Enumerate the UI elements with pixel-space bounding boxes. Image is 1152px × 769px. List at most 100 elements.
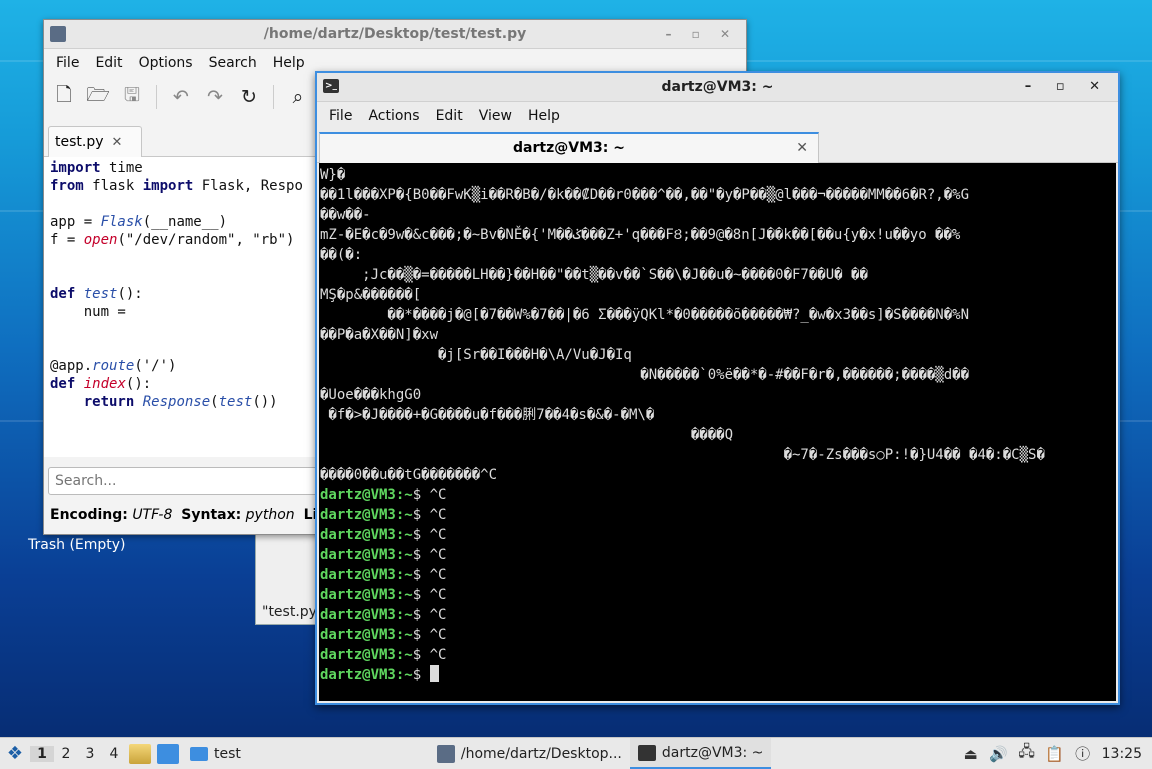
terminal-output-line: ��(�: bbox=[320, 247, 363, 263]
editor-menu-search[interactable]: Search bbox=[201, 55, 265, 71]
terminal-output-line: �f�>�J����+�G����u�f���脷7��4�s�&�-�M\� bbox=[320, 407, 655, 423]
prompt-path: :~ bbox=[395, 507, 413, 523]
editor-menu-options[interactable]: Options bbox=[131, 55, 201, 71]
terminal-menu-view[interactable]: View bbox=[471, 108, 520, 124]
code-token: import bbox=[50, 160, 101, 176]
notification-icon[interactable]: ⓘ bbox=[1074, 745, 1092, 763]
terminal-prompt-line: dartz@VM3:~$ ^C bbox=[320, 485, 1116, 505]
taskbar-terminal-label: dartz@VM3: ~ bbox=[661, 744, 764, 761]
new-file-icon[interactable]: 🗋 bbox=[50, 83, 78, 111]
prompt-path: :~ bbox=[395, 607, 413, 623]
prompt-path: :~ bbox=[395, 667, 413, 683]
clipboard-icon[interactable]: 📋 bbox=[1045, 745, 1064, 763]
code-token: (): bbox=[125, 376, 152, 392]
code-token: time bbox=[100, 160, 143, 176]
close-tab-icon[interactable]: ✕ bbox=[796, 134, 808, 162]
terminal-output-line: ��1l���XP�{B0��FwK▒i��R�B�/�k��₡D��r0���… bbox=[320, 187, 970, 203]
terminal-output-line: ��P�a�X��N]�xw bbox=[320, 327, 439, 343]
terminal-menu-edit[interactable]: Edit bbox=[428, 108, 471, 124]
taskbar-folder-label: test bbox=[214, 745, 241, 762]
prompt-path: :~ bbox=[395, 547, 413, 563]
prompt-symbol: $ bbox=[412, 607, 430, 623]
prompt-symbol: $ bbox=[412, 567, 430, 583]
prompt-user: dartz@VM3 bbox=[320, 587, 396, 603]
code-token: index bbox=[83, 376, 126, 392]
reload-icon[interactable]: ↻ bbox=[235, 83, 263, 111]
code-token: (__name__) bbox=[142, 214, 228, 230]
terminal-screen[interactable]: W}� ��1l���XP�{B0��FwK▒i��R�B�/�k��₡D��r0… bbox=[319, 163, 1116, 701]
eject-icon[interactable]: ⏏ bbox=[962, 745, 980, 763]
interrupt-text: ^C bbox=[429, 567, 447, 583]
code-line: f = open("/dev/random", "rb") bbox=[50, 231, 294, 249]
terminal-menu-file[interactable]: File bbox=[321, 108, 360, 124]
code-token: Flask, Respo bbox=[193, 178, 303, 194]
interrupt-text: ^C bbox=[429, 507, 447, 523]
terminal-task-icon bbox=[637, 744, 656, 761]
toolbar-separator bbox=[273, 85, 274, 109]
terminal-output-line: ����0��u��tG�������^C bbox=[320, 467, 498, 483]
code-token: import bbox=[142, 178, 194, 194]
volume-icon[interactable]: 🔊 bbox=[989, 745, 1008, 763]
save-icon[interactable]: 🖫 bbox=[118, 83, 146, 111]
trash-label[interactable]: Trash (Empty) bbox=[28, 537, 126, 553]
taskbar-folder-test[interactable]: test bbox=[182, 739, 249, 768]
code-line: def index(): bbox=[50, 375, 151, 393]
terminal-window-controls[interactable]: – ▫ ✕ bbox=[1025, 73, 1110, 101]
start-menu-icon[interactable]: ❖ bbox=[0, 739, 30, 769]
terminal-output-line: MŞ�p&���̑���[ bbox=[320, 287, 422, 303]
prompt-symbol: $ bbox=[412, 527, 430, 543]
terminal-tabbar: dartz@VM3: ~ ✕ bbox=[317, 130, 1118, 164]
folder-icon bbox=[190, 746, 208, 761]
terminal-tab[interactable]: dartz@VM3: ~ ✕ bbox=[319, 132, 819, 164]
editor-app-icon bbox=[50, 26, 66, 42]
search-input[interactable] bbox=[48, 467, 348, 495]
terminal-titlebar[interactable]: >_ dartz@VM3: ~ – ▫ ✕ bbox=[317, 73, 1118, 102]
code-token: test bbox=[83, 286, 118, 302]
find-icon[interactable]: ⌕ bbox=[284, 83, 312, 111]
code-token: def bbox=[50, 286, 76, 302]
terminal-output-line: ����Q bbox=[320, 427, 734, 443]
tab-label: test.py bbox=[55, 134, 104, 150]
taskbar-task-terminal[interactable]: dartz@VM3: ~ bbox=[629, 738, 772, 769]
code-token: Response bbox=[142, 394, 211, 410]
terminal-prompt-line: dartz@VM3:~$ ^C bbox=[320, 585, 1116, 605]
show-desktop-icon[interactable] bbox=[157, 743, 179, 764]
close-tab-icon[interactable]: ✕ bbox=[112, 135, 123, 150]
terminal-app-icon: >_ bbox=[323, 79, 339, 93]
terminal-menu-actions[interactable]: Actions bbox=[360, 108, 427, 124]
workspace-1[interactable]: 1 bbox=[30, 745, 54, 762]
workspace-3[interactable]: 3 bbox=[78, 746, 102, 762]
syntax-value: python bbox=[245, 507, 295, 523]
terminal-window[interactable]: >_ dartz@VM3: ~ – ▫ ✕ File Actions Edit Vie… bbox=[315, 71, 1120, 705]
taskbar-task-editor[interactable]: /home/dartz/Desktop... bbox=[429, 739, 630, 768]
open-folder-icon[interactable]: 🗁 bbox=[84, 83, 112, 111]
code-line: return Response(test()) bbox=[50, 393, 278, 411]
editor-menu-file[interactable]: File bbox=[48, 55, 87, 71]
workspace-4[interactable]: 4 bbox=[102, 746, 126, 762]
terminal-prompt-line: dartz@VM3:~$ ^C bbox=[320, 645, 1116, 665]
network-icon[interactable]: 🖧 bbox=[1018, 742, 1036, 763]
undo-icon[interactable]: ↶ bbox=[167, 83, 195, 111]
clock[interactable]: 13:25 bbox=[1102, 746, 1142, 762]
toolbar-separator bbox=[156, 85, 157, 109]
code-token: num = bbox=[50, 304, 126, 320]
interrupt-text: ^C bbox=[429, 487, 447, 503]
prompt-path: :~ bbox=[395, 647, 413, 663]
terminal-output-line: �j[Sr��I���H�\A/Vu�J�Iq bbox=[320, 347, 632, 363]
code-line: def test(): bbox=[50, 285, 143, 303]
redo-icon[interactable]: ↷ bbox=[201, 83, 229, 111]
editor-window-controls[interactable]: – ▫ ✕ bbox=[665, 20, 738, 48]
editor-titlebar[interactable]: /home/dartz/Desktop/test/test.py – ▫ ✕ bbox=[44, 20, 746, 49]
interrupt-text: ^C bbox=[429, 587, 447, 603]
code-line: from flask import Flask, Respo bbox=[50, 177, 303, 195]
file-manager-icon[interactable] bbox=[129, 743, 151, 764]
prompt-user: dartz@VM3 bbox=[320, 607, 396, 623]
tab-test-py[interactable]: test.py ✕ bbox=[48, 126, 142, 157]
code-line: @app.route('/') bbox=[50, 357, 176, 375]
terminal-menu-help[interactable]: Help bbox=[520, 108, 568, 124]
editor-menu-help[interactable]: Help bbox=[265, 55, 313, 71]
code-token: open bbox=[83, 232, 118, 248]
workspace-2[interactable]: 2 bbox=[54, 746, 78, 762]
prompt-path: :~ bbox=[395, 627, 413, 643]
editor-menu-edit[interactable]: Edit bbox=[87, 55, 130, 71]
